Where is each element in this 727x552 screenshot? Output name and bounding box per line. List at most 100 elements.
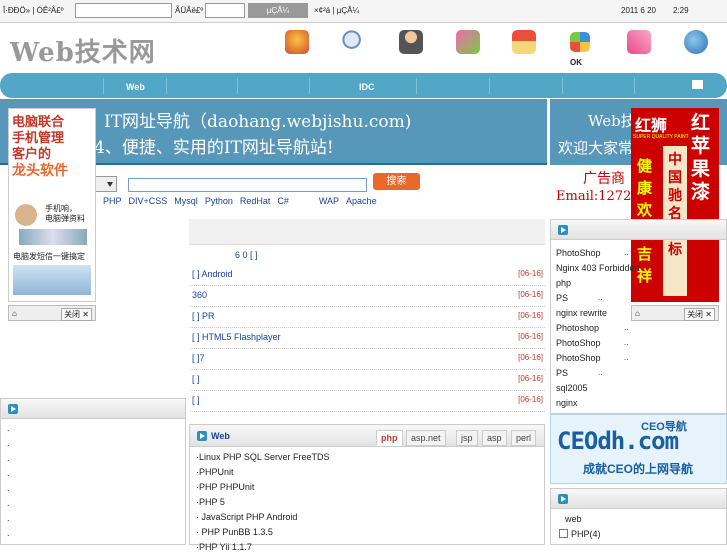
news-row[interactable]: [ ] PR [06-16] <box>190 307 545 328</box>
quick-link[interactable]: WAP <box>319 196 339 206</box>
list-item[interactable]: PS <box>556 368 568 378</box>
username-label: Î·ÐÐÖ» | ÓÊ²Å£º <box>3 6 64 15</box>
nav-divider <box>634 78 635 94</box>
list-item[interactable]: . <box>7 483 10 493</box>
web-panel: Web php asp.net jsp asp perl ·Linux PHP … <box>189 424 545 552</box>
news-row[interactable]: [ ] HTML5 Flashplayer [06-16] <box>190 328 545 349</box>
news-title[interactable]: 360 <box>192 290 207 300</box>
globe-icon[interactable] <box>684 30 708 54</box>
quick-link[interactable]: Python <box>205 196 233 206</box>
quick-links: SPHPDIV+CSSMysqlPythonRedHatC#WAPApache <box>90 196 384 206</box>
close-button[interactable]: 关闭 ✕ <box>61 308 92 321</box>
news-title[interactable]: [ ] <box>192 374 200 384</box>
list-item[interactable]: . <box>7 438 10 448</box>
list-item[interactable]: Nginx 403 Forbidden <box>556 263 640 273</box>
list-item[interactable]: sql2005 <box>556 383 588 393</box>
gift-icon[interactable] <box>285 30 309 54</box>
username-input[interactable] <box>75 3 172 18</box>
right-panel-2: web PHP(4) <box>550 488 727 545</box>
news-row[interactable]: [ ]7 [06-16] <box>190 349 545 370</box>
category-item[interactable]: PHP(4) <box>571 529 601 539</box>
tab-jsp[interactable]: jsp <box>456 430 478 446</box>
ok-label: OK <box>570 58 582 67</box>
article-link[interactable]: ·PHPUnit <box>196 467 234 477</box>
list-item[interactable]: PhotoShop <box>556 353 601 363</box>
news-title[interactable]: [ ]7 <box>192 353 205 363</box>
home-icon: ⌂ <box>12 309 17 318</box>
article-link[interactable]: ·PHP PHPUnit <box>196 482 254 492</box>
welcome-text: 欢迎大家常 <box>558 139 634 157</box>
web-panel-header: Web php asp.net jsp asp perl <box>190 425 544 447</box>
news-title[interactable]: [ ] PR <box>192 311 215 321</box>
news-date: [06-16] <box>518 332 543 341</box>
search-button[interactable]: 搜索 <box>373 173 420 190</box>
article-link[interactable]: · PHP PunBB 1.3.5 <box>196 527 273 537</box>
list-item[interactable]: . <box>7 528 10 538</box>
article-link[interactable]: ·PHP 5 <box>196 497 225 507</box>
tv-icon[interactable] <box>692 80 703 89</box>
search-input[interactable] <box>128 178 367 192</box>
tab-perl[interactable]: perl <box>511 430 537 446</box>
quick-link[interactable]: DIV+CSS <box>129 196 168 206</box>
news-title[interactable]: [ ] HTML5 Flashplayer <box>192 332 281 342</box>
site-logo[interactable]: Web技术网 <box>10 32 156 69</box>
web-panel-title: Web <box>211 431 230 441</box>
news-title[interactable]: [ ] Android <box>192 269 233 279</box>
article-link[interactable]: ·Linux PHP SQL Server FreeTDS <box>196 452 330 462</box>
list-item[interactable]: Photoshop <box>556 323 599 333</box>
phone-image <box>19 229 87 245</box>
news-row[interactable]: 360 [06-16] <box>190 286 545 307</box>
register-link[interactable]: ×¢²á | µÇÂ¼ <box>314 6 359 15</box>
home-icon[interactable] <box>512 30 536 54</box>
quick-link[interactable]: Mysql <box>174 196 198 206</box>
chevron-down-icon <box>107 182 113 187</box>
date-text: 2011 6 20 <box>621 6 656 15</box>
list-item[interactable]: PhotoShop <box>556 248 601 258</box>
quick-link[interactable]: Apache <box>346 196 377 206</box>
news-title[interactable]: [ ] <box>192 395 200 405</box>
list-item[interactable]: nginx rewrite <box>556 308 607 318</box>
list-item[interactable]: . <box>7 513 10 523</box>
news-date: [06-16] <box>518 311 543 320</box>
list-item[interactable]: PhotoShop <box>556 338 601 348</box>
book-icon[interactable] <box>627 30 651 54</box>
ad-line: 客户的 <box>12 147 52 162</box>
checkbox[interactable] <box>559 529 568 538</box>
ad-big-text: 红苹果漆 <box>691 112 711 203</box>
news-row[interactable]: [ ] Android [06-16] <box>190 265 545 286</box>
arrow-icon <box>558 225 568 235</box>
list-item[interactable]: php <box>556 278 571 288</box>
login-button[interactable]: µÇÂ¼ <box>248 3 308 18</box>
bird-icon[interactable] <box>456 30 480 54</box>
tab-asp[interactable]: asp <box>482 430 507 446</box>
list-item[interactable]: . <box>7 468 10 478</box>
nav-divider <box>103 78 104 94</box>
user-icon[interactable] <box>399 30 423 54</box>
quick-link[interactable]: PHP <box>103 196 122 206</box>
news-row[interactable]: [ ] [06-16] <box>190 370 545 391</box>
news-date: [06-16] <box>518 395 543 404</box>
news-row[interactable]: [ ] [06-16] <box>190 391 545 412</box>
article-link[interactable]: ·PHP Yii 1.1.7 <box>196 542 252 552</box>
tab-php[interactable]: php <box>376 430 403 446</box>
password-input[interactable] <box>205 3 245 18</box>
ceo-slogan: 成就CEO的上网导航 <box>583 462 694 476</box>
left-float-ad[interactable]: 电脑联合 手机管理 客户的 龙头软件 手机响， 电脑弹资料 电脑发短信一键搞定 <box>8 108 96 302</box>
ceo-nav-ad[interactable]: CEO导航 CEOdh.com 成就CEO的上网导航 <box>550 414 727 484</box>
nav-item-idc[interactable]: IDC <box>359 82 375 92</box>
quick-link[interactable]: C# <box>277 196 289 206</box>
right-list-panel: PhotoShop Nginx 403 Forbidden php PS ngi… <box>550 219 727 414</box>
tab-aspnet[interactable]: asp.net <box>406 430 446 446</box>
list-item[interactable]: . <box>7 423 10 433</box>
left-panel: . . . . . . . . <box>0 398 186 545</box>
list-item[interactable]: nginx <box>556 398 578 408</box>
list-item[interactable]: . <box>7 498 10 508</box>
quick-link[interactable]: RedHat <box>240 196 271 206</box>
ellipsis: .. <box>598 293 603 302</box>
list-item[interactable]: . <box>7 453 10 463</box>
puzzle-icon[interactable] <box>570 32 590 52</box>
search-icon[interactable] <box>342 30 366 54</box>
nav-item-web[interactable]: Web <box>126 82 145 92</box>
article-link[interactable]: · JavaScript PHP Android <box>196 512 297 522</box>
list-item[interactable]: PS <box>556 293 568 303</box>
